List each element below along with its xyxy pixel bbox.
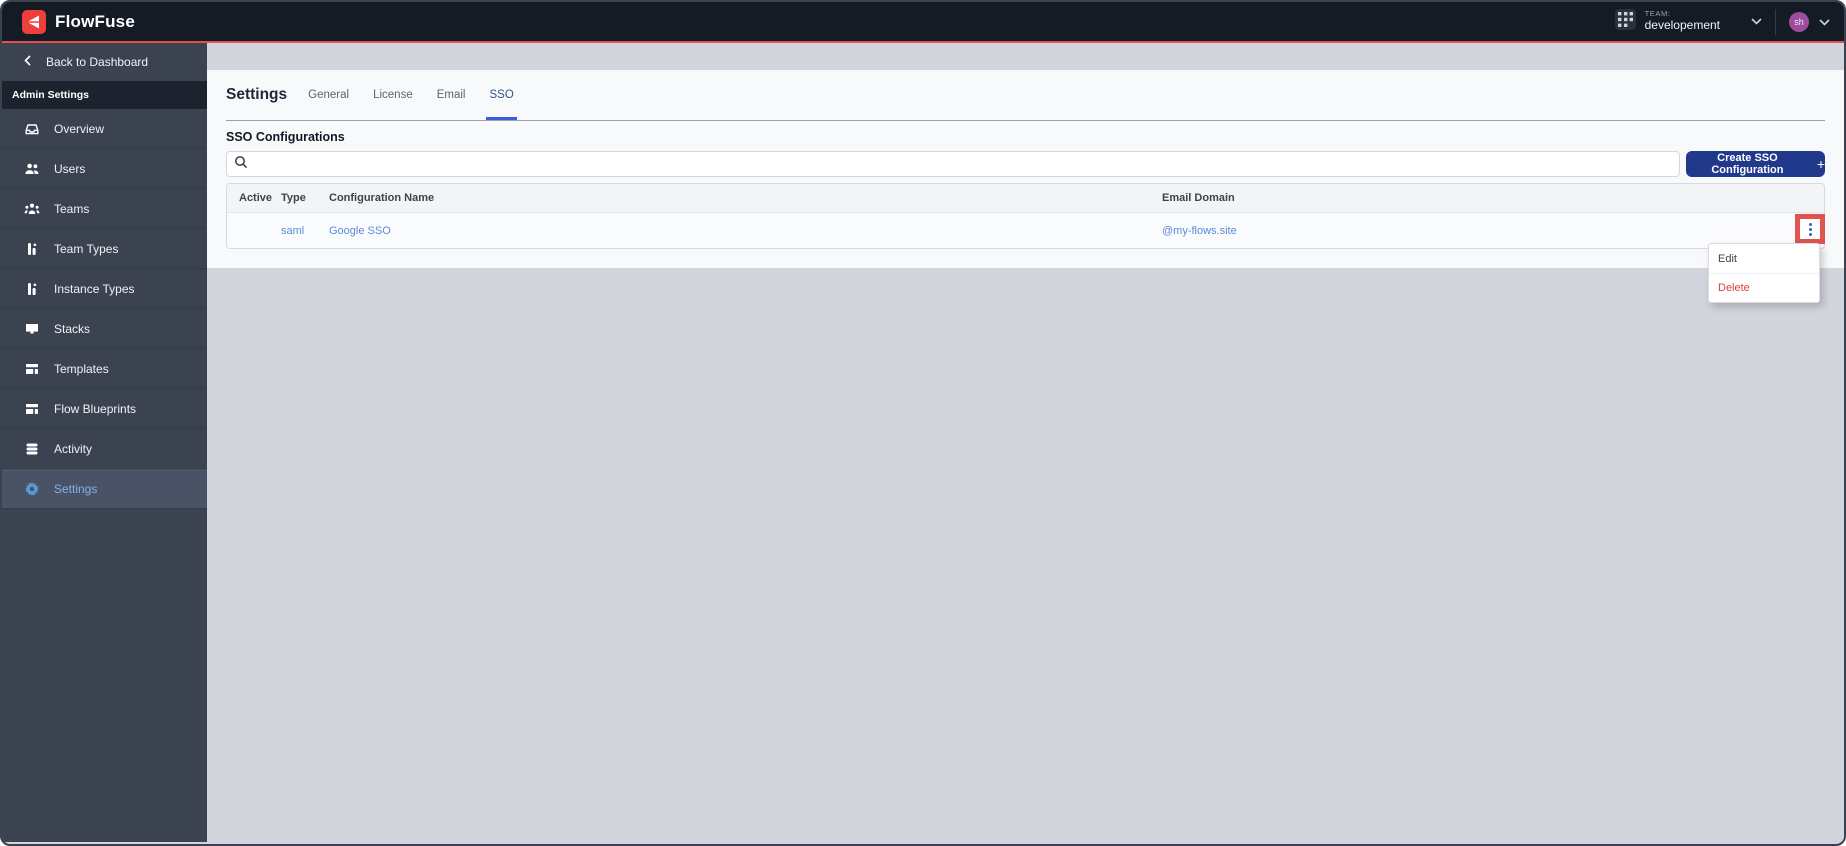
chart-document-icon [24,241,40,257]
sidebar-item-label: Teams [54,201,90,216]
search-icon [234,155,248,174]
tab-general[interactable]: General [307,70,350,120]
tabs-divider [226,120,1825,121]
create-sso-configuration-button[interactable]: Create SSO Configuration + [1686,151,1825,177]
monitor-icon [24,321,40,337]
top-header: FlowFuse TEAM: developement sh [2,2,1844,43]
sidebar-item-templates[interactable]: Templates [2,349,207,389]
sidebar-item-users[interactable]: Users [2,149,207,189]
team-name: developement [1644,17,1720,32]
sidebar-item-teams[interactable]: Teams [2,189,207,229]
table-row[interactable]: saml Google SSO @my-flows.site [227,213,1824,248]
topbar-divider [1775,8,1776,35]
database-icon [24,441,40,457]
sidebar-item-settings[interactable]: Settings [2,469,207,509]
sidebar-item-stacks[interactable]: Stacks [2,309,207,349]
tab-sso[interactable]: SSO [486,70,518,120]
team-texts: TEAM: developement [1645,10,1720,32]
sidebar-item-instance-types[interactable]: Instance Types [2,269,207,309]
template-icon [24,361,40,377]
topbar-right: TEAM: developement sh [1614,8,1830,35]
sidebar-item-team-types[interactable]: Team Types [2,229,207,269]
sidebar-item-label: Templates [54,361,109,376]
kebab-icon [1808,222,1812,226]
column-header-email-domain: Email Domain [1162,192,1235,204]
sidebar-item-activity[interactable]: Activity [2,429,207,469]
team-selector[interactable]: TEAM: developement [1614,8,1762,35]
menu-item-edit[interactable]: Edit [1709,244,1819,273]
search-box [226,151,1680,177]
app-window: FlowFuse TEAM: developement sh Back to D… [0,0,1846,846]
column-header-type: Type [281,192,306,204]
row-context-menu: Edit Delete [1708,243,1820,303]
admin-sidebar: Back to Dashboard Admin Settings Overvie… [2,43,207,842]
user-avatar[interactable]: sh [1789,11,1809,32]
sidebar-item-flow-blueprints[interactable]: Flow Blueprints [2,389,207,429]
gear-icon [24,481,40,497]
sidebar-item-label: Team Types [54,241,119,256]
sso-configurations-table: Active Type Configuration Name Email Dom… [226,183,1825,249]
sidebar-item-label: Stacks [54,321,91,336]
sidebar-item-overview[interactable]: Overview [2,109,207,149]
sidebar-item-label: Flow Blueprints [54,401,137,416]
sidebar-item-label: Overview [54,121,105,136]
settings-panel: Settings General License Email SSO SSO C… [207,70,1844,268]
user-menu[interactable]: sh [1789,11,1830,32]
section-title: SSO Configurations [226,130,345,144]
tab-license[interactable]: License [372,70,414,120]
brand-name: FlowFuse [55,11,135,31]
table-controls: Create SSO Configuration + [226,151,1825,177]
chart-document-icon [24,281,40,297]
main-content: Settings General License Email SSO SSO C… [207,43,1844,842]
template-icon [24,401,40,417]
settings-tabs: General License Email SSO [307,70,518,120]
row-kebab-menu-button[interactable] [1795,214,1825,244]
main-top-strip [207,43,1844,70]
plus-icon: + [1816,156,1825,172]
chevron-down-icon [1751,18,1762,25]
column-header-active: Active [239,192,273,204]
inbox-icon [24,121,40,137]
tab-email[interactable]: Email [436,70,467,120]
sidebar-item-label: Instance Types [54,281,135,296]
back-to-dashboard[interactable]: Back to Dashboard [2,43,207,81]
search-input[interactable] [254,152,1679,176]
sidebar-item-label: Users [54,161,86,176]
teams-icon [24,201,40,217]
page-title: Settings [226,86,288,103]
brand[interactable]: FlowFuse [22,9,135,34]
flowfuse-logo-icon [22,9,46,34]
cell-email-domain[interactable]: @my-flows.site [1162,225,1784,237]
cell-configuration-name[interactable]: Google SSO [329,225,1162,237]
table-header-row: Active Type Configuration Name Email Dom… [227,184,1824,213]
admin-settings-section-label: Admin Settings [2,81,207,109]
chevron-left-icon [24,55,31,69]
team-grid-icon [1614,8,1636,35]
cell-type[interactable]: saml [281,225,329,237]
tabs-row: Settings General License Email SSO [226,70,1825,120]
users-icon [24,161,40,177]
back-label: Back to Dashboard [46,55,149,69]
column-header-configuration-name: Configuration Name [329,192,435,204]
sidebar-item-label: Settings [54,481,98,496]
menu-item-delete[interactable]: Delete [1709,273,1819,302]
chevron-down-icon [1819,13,1830,31]
sidebar-item-label: Activity [54,441,93,456]
